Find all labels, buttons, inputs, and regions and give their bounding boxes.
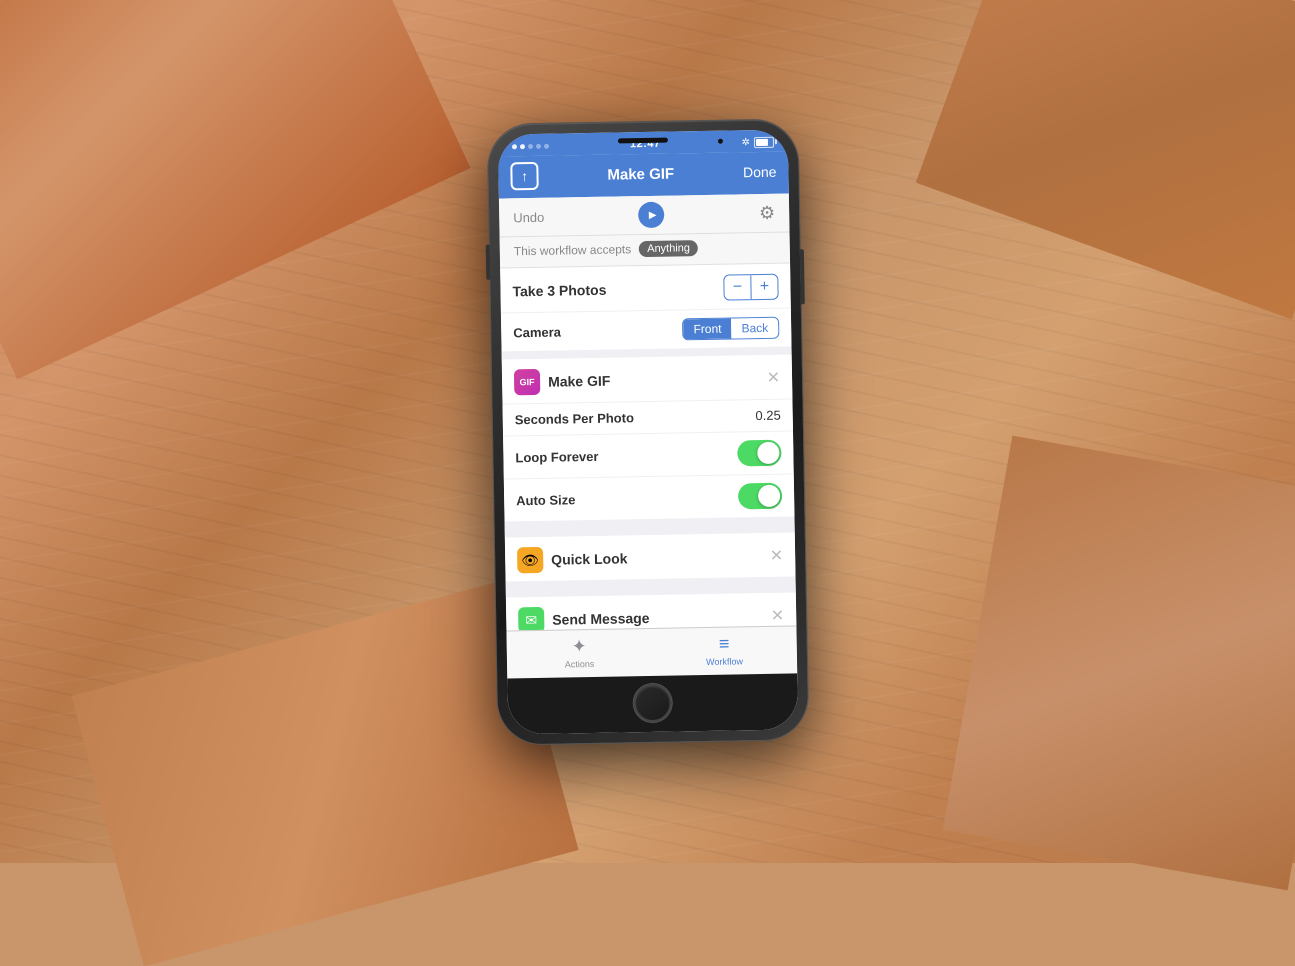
home-button-area xyxy=(507,673,798,734)
loop-forever-toggle[interactable] xyxy=(737,439,781,466)
workflow-tab[interactable]: ≡ Workflow xyxy=(651,632,797,668)
send-message-header: ✉ Send Message ✕ xyxy=(505,592,796,630)
workflow-content: Take 3 Photos − + Camera Front Back xyxy=(500,263,796,630)
signal-indicators xyxy=(511,143,548,149)
stepper-minus[interactable]: − xyxy=(724,275,750,299)
camera-dot xyxy=(717,138,722,143)
phone-screen: 12:47 ✲ Make GIF Done Undo ⚙ xyxy=(497,129,797,734)
seconds-per-photo-label: Seconds Per Photo xyxy=(514,410,633,427)
make-gif-card: GIF Make GIF ✕ Seconds Per Photo 0.25 Lo… xyxy=(501,354,794,521)
camera-back-option[interactable]: Back xyxy=(731,317,778,338)
auto-size-label: Auto Size xyxy=(516,491,575,507)
loop-forever-label: Loop Forever xyxy=(515,448,598,464)
play-button[interactable] xyxy=(638,201,664,227)
settings-button[interactable]: ⚙ xyxy=(758,202,775,223)
send-message-card: ✉ Send Message ✕ Recipients Phone or ema… xyxy=(505,592,796,630)
signal-dot-2 xyxy=(519,143,524,148)
send-message-close-button[interactable]: ✕ xyxy=(770,605,784,625)
make-gif-title: Make GIF xyxy=(547,372,610,389)
signal-dot-4 xyxy=(535,143,540,148)
camera-label: Camera xyxy=(513,324,561,340)
battery-icon xyxy=(753,136,773,147)
actions-tab-label: Actions xyxy=(564,658,594,669)
seconds-per-photo-row: Seconds Per Photo 0.25 xyxy=(502,398,793,435)
workflow-accepts-text: This workflow accepts xyxy=(513,242,631,258)
undo-button[interactable]: Undo xyxy=(513,209,544,225)
take-3-photos-card: Take 3 Photos − + Camera Front Back xyxy=(500,263,791,351)
make-gif-header: GIF Make GIF ✕ xyxy=(501,354,792,403)
quick-look-title: Quick Look xyxy=(551,550,628,567)
loop-forever-row: Loop Forever xyxy=(503,430,794,478)
tab-bar: ✦ Actions ≡ Workflow xyxy=(506,625,797,678)
share-button[interactable] xyxy=(510,161,538,189)
done-button[interactable]: Done xyxy=(742,163,776,180)
signal-dot-5 xyxy=(543,143,548,148)
wood-piece xyxy=(916,0,1295,319)
quick-look-icon-glyph: 👁 xyxy=(521,551,539,568)
camera-segmented-control[interactable]: Front Back xyxy=(682,316,779,340)
workflow-accepts-bar: This workflow accepts Anything xyxy=(499,232,789,268)
speaker xyxy=(617,137,667,143)
make-gif-close-button[interactable]: ✕ xyxy=(766,367,780,387)
send-message-title: Send Message xyxy=(552,610,650,628)
make-gif-title-row: GIF Make GIF xyxy=(513,364,766,394)
phone: 12:47 ✲ Make GIF Done Undo ⚙ xyxy=(487,119,808,744)
quick-look-title-row: 👁 Quick Look xyxy=(516,542,769,572)
navigation-bar: Make GIF Done xyxy=(498,151,789,198)
wood-piece xyxy=(0,0,471,379)
action-title-row: Take 3 Photos xyxy=(512,279,723,299)
take-3-photos-title: Take 3 Photos xyxy=(512,281,606,299)
nav-title: Make GIF xyxy=(607,165,674,183)
quick-look-close-button[interactable]: ✕ xyxy=(769,545,783,565)
send-message-icon: ✉ xyxy=(518,606,544,630)
send-message-icon-glyph: ✉ xyxy=(525,611,537,628)
actions-tab[interactable]: ✦ Actions xyxy=(506,634,652,670)
actions-tab-icon: ✦ xyxy=(571,636,586,657)
phone-body: 12:47 ✲ Make GIF Done Undo ⚙ xyxy=(487,119,808,744)
seconds-per-photo-value[interactable]: 0.25 xyxy=(755,407,781,422)
workflow-tab-label: Workflow xyxy=(706,656,743,667)
auto-size-row: Auto Size xyxy=(503,473,794,521)
workflow-tab-icon: ≡ xyxy=(718,633,729,654)
quick-look-header: 👁 Quick Look ✕ xyxy=(504,532,795,581)
stepper-plus[interactable]: + xyxy=(751,274,777,298)
bluetooth-icon: ✲ xyxy=(741,136,750,147)
camera-row: Camera Front Back xyxy=(500,307,791,351)
quick-look-icon: 👁 xyxy=(516,546,542,572)
auto-size-toggle[interactable] xyxy=(737,482,781,509)
battery-fill xyxy=(755,138,767,145)
take-3-photos-header: Take 3 Photos − + xyxy=(500,263,791,312)
toolbar: Undo ⚙ xyxy=(498,193,789,237)
make-gif-icon-text: GIF xyxy=(519,376,534,386)
signal-dot-3 xyxy=(527,143,532,148)
anything-badge: Anything xyxy=(639,240,698,257)
signal-dot-1 xyxy=(511,143,516,148)
status-right: ✲ xyxy=(741,136,774,148)
make-gif-icon: GIF xyxy=(513,368,539,394)
camera-front-option[interactable]: Front xyxy=(683,318,731,339)
home-button[interactable] xyxy=(633,683,672,722)
wood-piece xyxy=(943,436,1295,891)
photo-count-stepper[interactable]: − + xyxy=(723,273,778,300)
quick-look-card: 👁 Quick Look ✕ xyxy=(504,532,795,581)
